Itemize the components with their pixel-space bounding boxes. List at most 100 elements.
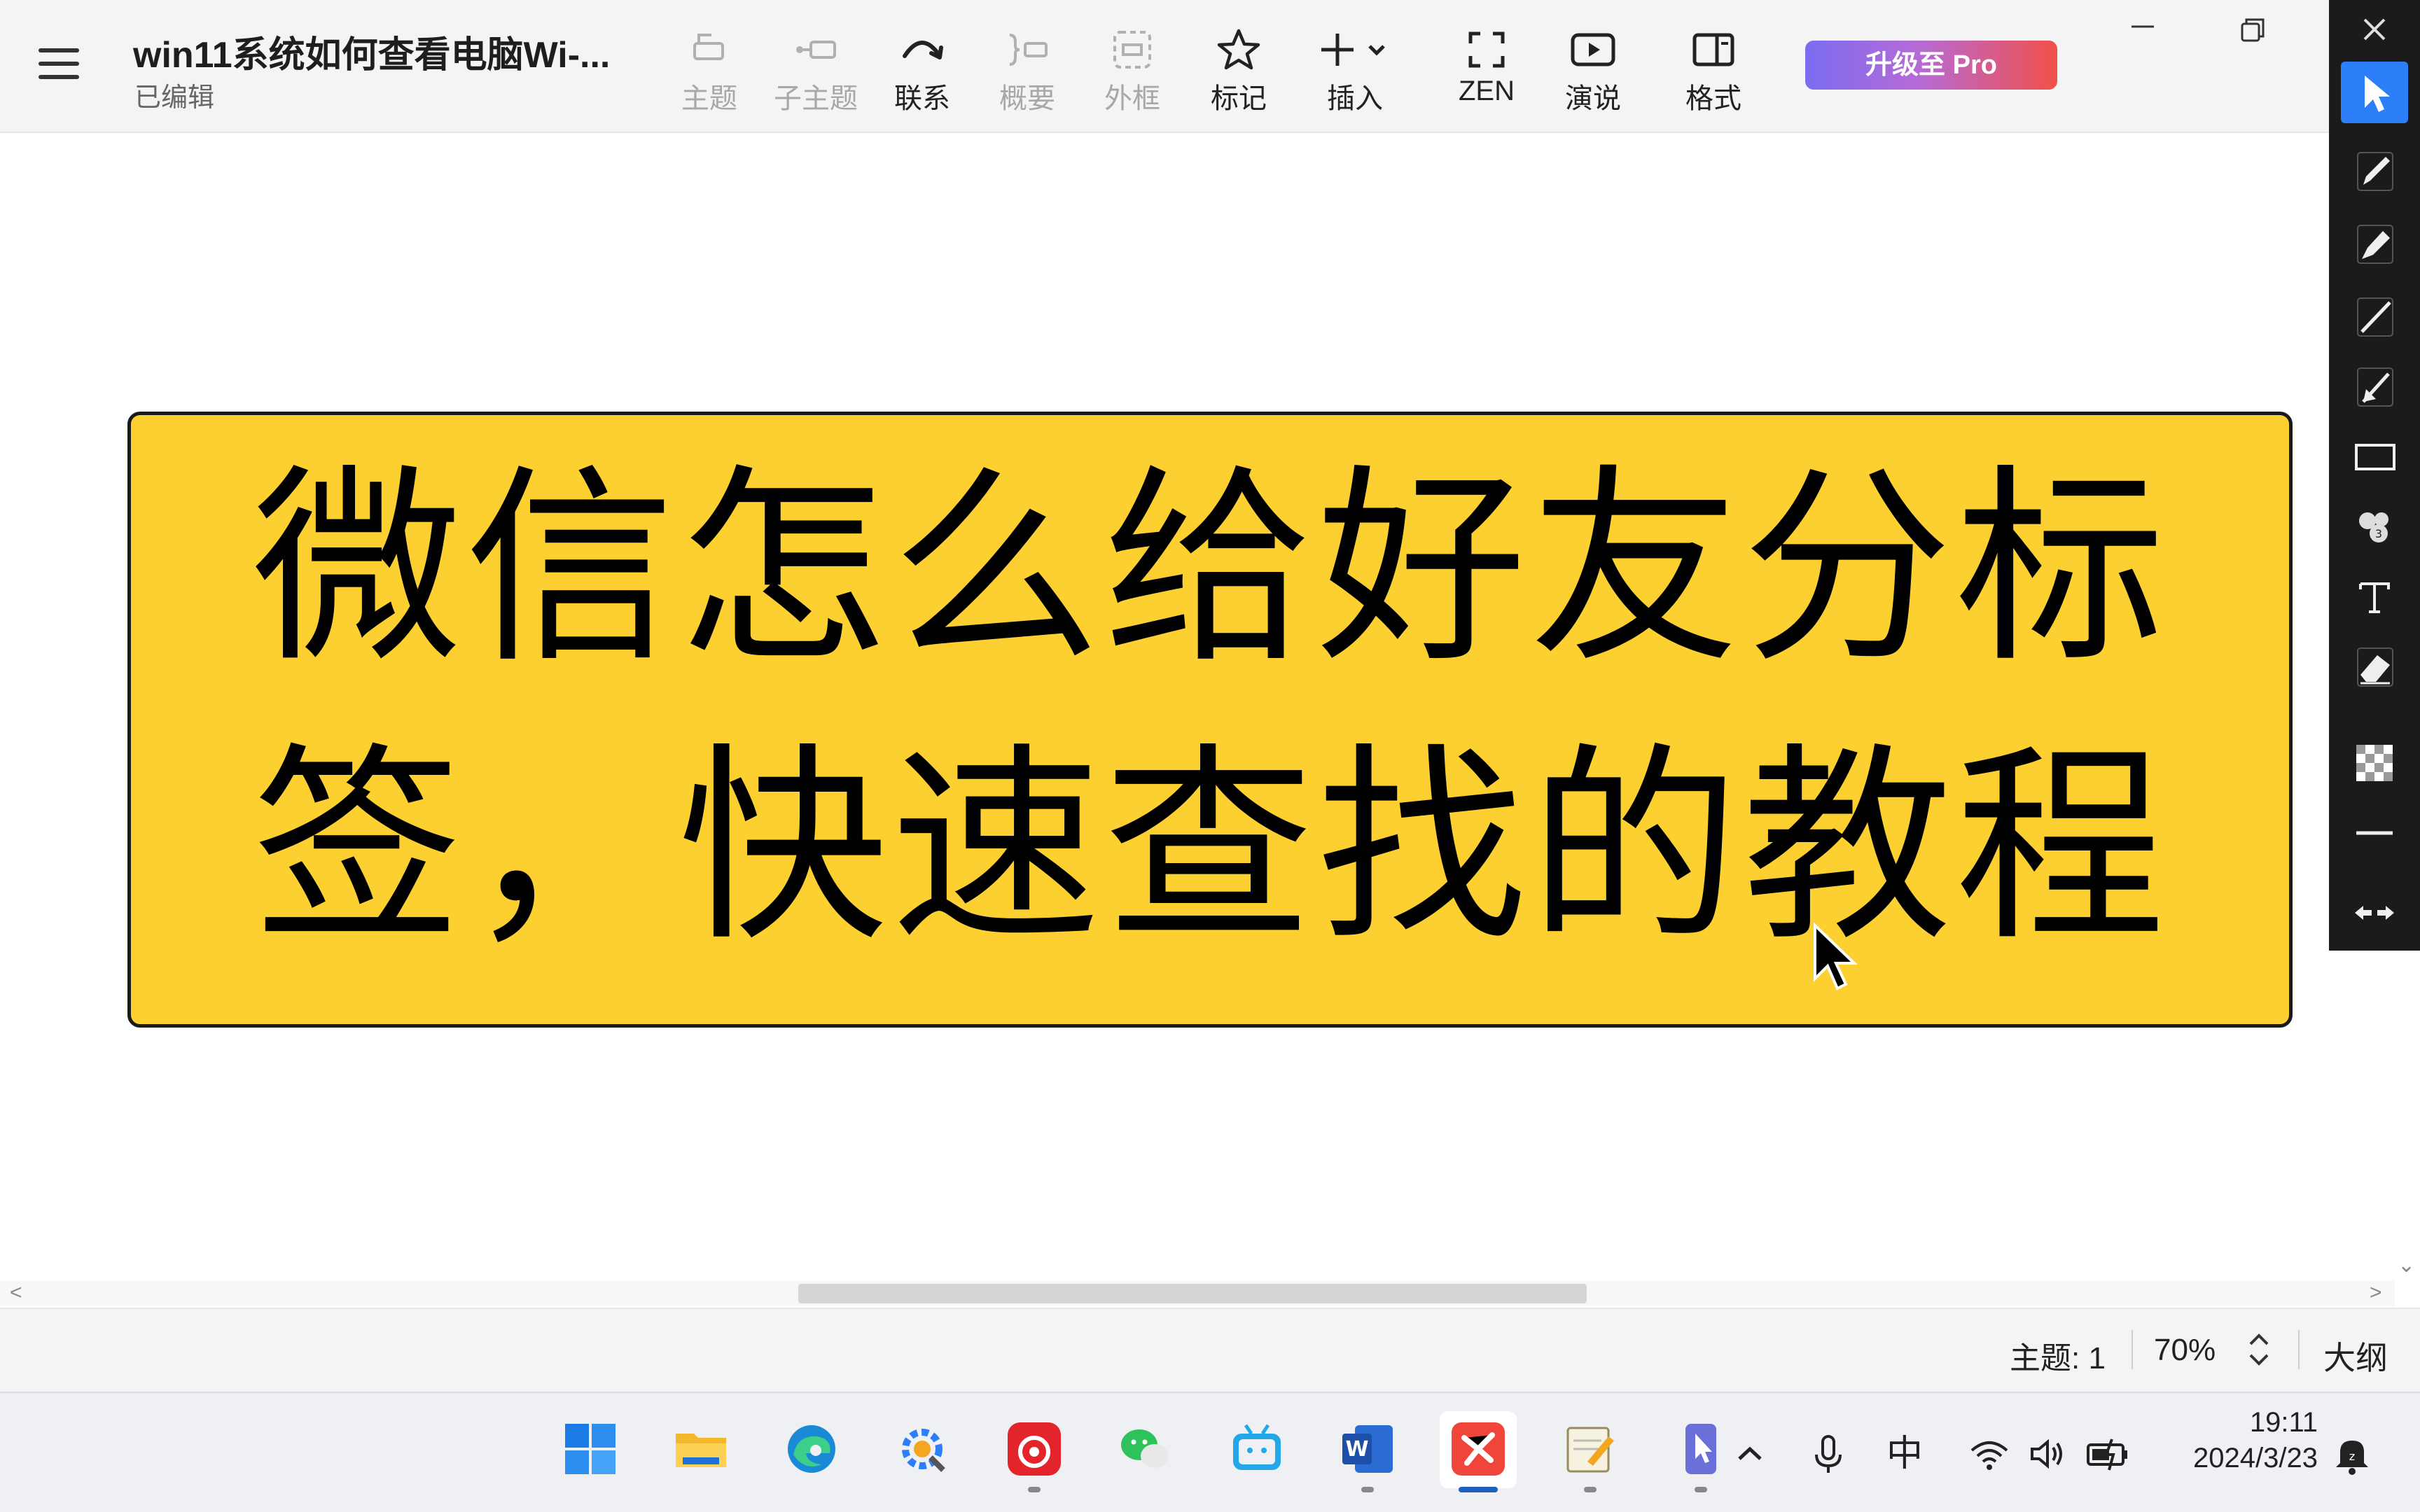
- netease-music-button[interactable]: [996, 1411, 1073, 1492]
- summary-button[interactable]: 概要: [975, 21, 1080, 119]
- zoom-stepper-icon[interactable]: [2245, 1329, 2273, 1371]
- close-button[interactable]: [2346, 7, 2402, 56]
- format-button[interactable]: 格式: [1661, 21, 1766, 119]
- boundary-label: 外框: [1104, 83, 1160, 114]
- summary-label: 概要: [999, 83, 1055, 114]
- svg-text:3: 3: [2375, 527, 2382, 540]
- minimize-icon: [2132, 25, 2154, 28]
- topic-count: 主题: 1: [2010, 1341, 2106, 1376]
- plus-icon: [1321, 34, 1385, 66]
- settings-tool-button[interactable]: [884, 1411, 961, 1488]
- relationship-icon: [903, 41, 943, 59]
- bilibili-icon: [1233, 1424, 1281, 1470]
- format-label: 格式: [1685, 83, 1741, 114]
- zoom-level[interactable]: 70%: [2154, 1333, 2216, 1368]
- scroll-down-icon[interactable]: ⌄: [2398, 1253, 2415, 1278]
- edge-button[interactable]: [773, 1411, 850, 1488]
- boundary-button[interactable]: 外框: [1080, 21, 1185, 119]
- relationship-button[interactable]: 联系: [870, 21, 975, 119]
- chevron-down-icon: [1368, 45, 1385, 56]
- text-tool-button[interactable]: [2341, 566, 2408, 627]
- marker-button[interactable]: 标记: [1186, 21, 1291, 119]
- word-icon: W: [1342, 1425, 1393, 1473]
- upgrade-pro-button[interactable]: 升级至 Pro: [1805, 41, 2057, 90]
- stroke-width-icon: [2356, 831, 2393, 835]
- microphone-icon[interactable]: [1804, 1429, 1853, 1478]
- rectangle-tool-button[interactable]: [2341, 426, 2408, 487]
- status-bar: 主题: 1 70% 大纲: [0, 1308, 2420, 1392]
- svg-text:z: z: [2349, 1450, 2355, 1463]
- panel-icon: [1692, 33, 1734, 66]
- bilibili-button[interactable]: [1218, 1411, 1295, 1488]
- drawing-tool-panel: 3: [2329, 0, 2420, 951]
- file-explorer-button[interactable]: [662, 1411, 739, 1488]
- marker-tool-button[interactable]: [2341, 213, 2408, 274]
- svg-text:W: W: [1345, 1437, 1368, 1462]
- battery-icon[interactable]: [2084, 1429, 2133, 1478]
- minimize-button[interactable]: [2115, 7, 2171, 56]
- pitch-button[interactable]: 演说: [1541, 21, 1646, 119]
- word-button[interactable]: W: [1329, 1411, 1406, 1492]
- restore-button[interactable]: [2225, 7, 2281, 56]
- notepad-button[interactable]: [1552, 1411, 1629, 1492]
- restore-icon: [2241, 18, 2265, 42]
- running-indicator: [1361, 1487, 1374, 1492]
- topic-text-line-2: 签，快速查找的教程: [252, 725, 2168, 969]
- subtopic-label: 子主题: [774, 83, 858, 114]
- xmind-icon: [1452, 1422, 1505, 1476]
- star-icon: [1217, 29, 1260, 70]
- transparency-button[interactable]: [2341, 732, 2408, 794]
- notification-bell-icon[interactable]: z: [2328, 1429, 2377, 1478]
- select-tool-button[interactable]: [2341, 62, 2408, 123]
- arrow-tool-button[interactable]: [2341, 356, 2408, 417]
- subtopic-icon: [796, 41, 836, 59]
- mindmap-canvas[interactable]: 微信怎么给好友分标 签，快速查找的教程: [0, 134, 2329, 1275]
- toolbar: win11系统如何查看电脑Wi-... 已编辑 主题 子主题 联系 概要 外框 …: [0, 0, 2329, 133]
- line-tool-button[interactable]: [2341, 286, 2408, 347]
- scroll-right-icon[interactable]: >: [2370, 1281, 2382, 1305]
- text-icon: [2359, 582, 2390, 613]
- scrollbar-thumb[interactable]: [798, 1284, 1587, 1303]
- windows-taskbar: W 中 19:11 2024/3/23 z: [0, 1392, 2420, 1512]
- settings-tool-icon: [902, 1429, 945, 1472]
- outline-button[interactable]: 大纲: [2323, 1333, 2388, 1379]
- scroll-left-icon[interactable]: <: [10, 1281, 22, 1305]
- wechat-button[interactable]: [1106, 1411, 1183, 1488]
- stroke-width-button[interactable]: [2341, 802, 2408, 864]
- file-explorer-icon: [676, 1434, 726, 1467]
- central-topic[interactable]: 微信怎么给好友分标 签，快速查找的教程: [127, 412, 2293, 1028]
- wifi-icon[interactable]: [1965, 1429, 2014, 1478]
- chevron-up-icon[interactable]: [1725, 1429, 1774, 1478]
- xmind-button[interactable]: [1440, 1411, 1517, 1492]
- netease-music-icon: [1008, 1422, 1061, 1476]
- wechat-icon: [1121, 1429, 1169, 1468]
- boundary-icon: [1113, 31, 1151, 69]
- rectangle-icon: [2355, 444, 2395, 470]
- document-title: win11系统如何查看电脑Wi-...: [133, 35, 611, 76]
- volume-icon[interactable]: [2025, 1429, 2074, 1478]
- system-clock[interactable]: 19:11 2024/3/23: [2164, 1407, 2318, 1474]
- eraser-tool-button[interactable]: [2341, 636, 2408, 697]
- document-status: 已编辑: [134, 83, 215, 113]
- stamp-tool-button[interactable]: 3: [2341, 496, 2408, 557]
- pencil-tool-button[interactable]: [2341, 140, 2408, 202]
- swap-side-button[interactable]: [2341, 882, 2408, 944]
- fullscreen-icon: [1468, 31, 1505, 68]
- running-indicator: [1584, 1487, 1597, 1492]
- menu-icon[interactable]: [39, 46, 83, 82]
- pen-app-icon: [1685, 1424, 1716, 1474]
- summary-icon: [1009, 34, 1048, 66]
- line-icon: [2357, 298, 2393, 337]
- subtopic-button[interactable]: 子主题: [763, 21, 868, 119]
- zen-button[interactable]: ZEN: [1434, 21, 1539, 119]
- close-icon: [2363, 18, 2386, 41]
- topic-button[interactable]: 主题: [657, 21, 762, 119]
- insert-button[interactable]: 插入: [1302, 21, 1407, 119]
- marker-icon: [2357, 225, 2393, 264]
- start-button[interactable]: [552, 1411, 629, 1488]
- topic-icon: [693, 34, 724, 60]
- edge-browser-icon: [788, 1425, 835, 1473]
- marker-label: 标记: [1211, 83, 1267, 114]
- input-method-indicator[interactable]: 中: [1886, 1424, 1923, 1476]
- horizontal-scrollbar[interactable]: < >: [0, 1281, 2395, 1306]
